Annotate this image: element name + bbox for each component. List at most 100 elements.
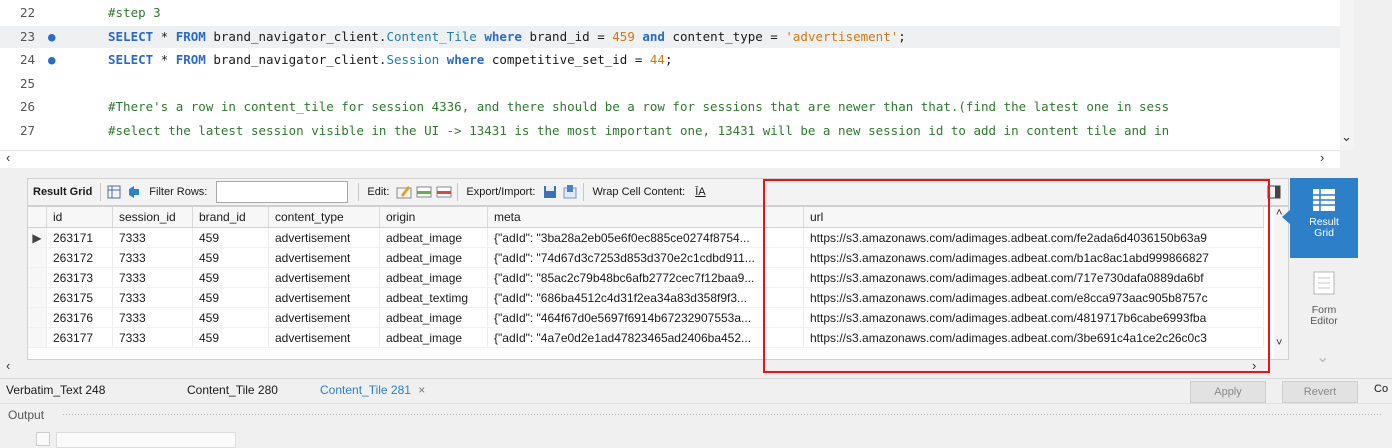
delete-row-icon[interactable] (436, 184, 452, 200)
cell-origin[interactable]: adbeat_textimg (379, 287, 488, 308)
column-header-brand-id[interactable]: brand_id (192, 207, 269, 228)
revert-button[interactable]: Revert (1282, 381, 1358, 403)
cell-origin[interactable]: adbeat_image (379, 227, 488, 248)
cell-url[interactable]: https://s3.amazonaws.com/adimages.adbeat… (803, 227, 1264, 248)
cell-origin[interactable]: adbeat_image (379, 327, 488, 348)
output-dropdown[interactable] (56, 432, 236, 448)
sql-editor[interactable]: 22 #step 3 23 ● SELECT * FROM brand_navigato… (0, 0, 1340, 150)
form-editor-view-button[interactable]: Form Editor (1290, 270, 1358, 340)
cell-content-type[interactable]: advertisement (268, 307, 380, 328)
cell-meta[interactable]: {"adId": "85ac2c79b48bc6afb2772cec7f12ba… (487, 267, 804, 288)
cell-id[interactable]: 263176 (46, 307, 113, 328)
import-icon[interactable] (562, 184, 578, 200)
editor-vertical-scrollbar[interactable]: ⌄ (1340, 0, 1354, 150)
cell-id[interactable]: 263171 (46, 227, 113, 248)
result-grid[interactable]: id session_id brand_id content_type origin me… (27, 206, 1276, 360)
tab-content-tile-281[interactable]: Content_Tile 281 × (320, 383, 425, 397)
cell-meta[interactable]: {"adId": "4a7e0d2e1ad47823465ad2406ba452… (487, 327, 804, 348)
tab-verbatim-text-248[interactable]: Verbatim_Text 248 (6, 383, 105, 397)
cell-meta[interactable]: {"adId": "464f67d0e5697f6914b67232907553… (487, 307, 804, 328)
table-row[interactable]: 263173 7333 459 advertisement adbeat_image {"… (28, 267, 1264, 288)
cell-meta[interactable]: {"adId": "74d67d3c7253d853d370e2c1cdbd91… (487, 247, 804, 268)
cell-session-id[interactable]: 7333 (112, 327, 193, 348)
wrap-text-icon[interactable]: ĪA (690, 186, 710, 198)
column-header-url[interactable]: url (803, 207, 1264, 228)
cell-session-id[interactable]: 7333 (112, 247, 193, 268)
add-row-icon[interactable] (416, 184, 432, 200)
drag-handle[interactable] (62, 413, 1382, 417)
table-row[interactable]: 263176 7333 459 advertisement adbeat_image {"… (28, 307, 1264, 328)
cell-session-id[interactable]: 7333 (112, 227, 193, 248)
tab-content-tile-280[interactable]: Content_Tile 280 (187, 383, 278, 397)
table-row[interactable]: 263175 7333 459 advertisement adbeat_textimg… (28, 287, 1264, 308)
column-header-meta[interactable]: meta (487, 207, 804, 228)
row-selector[interactable] (28, 247, 47, 268)
code-line[interactable]: 22 #step 3 (0, 2, 1340, 24)
apply-button[interactable]: Apply (1190, 381, 1266, 403)
export-icon[interactable] (542, 184, 558, 200)
chevron-left-icon[interactable]: ‹ (6, 150, 10, 165)
table-row[interactable]: 263172 7333 459 advertisement adbeat_image {"… (28, 247, 1264, 268)
chevron-down-icon[interactable]: ⌄ (1341, 129, 1352, 145)
chevron-down-icon[interactable]: ⌄ (1316, 347, 1329, 367)
cell-brand-id[interactable]: 459 (192, 307, 269, 328)
row-selector[interactable] (28, 307, 47, 328)
cell-id[interactable]: 263173 (46, 267, 113, 288)
code-line[interactable]: 25 (0, 73, 1340, 95)
cell-meta[interactable]: {"adId": "686ba4512c4d31f2ea34a83d358f9f… (487, 287, 804, 308)
code-line[interactable]: 24 ● SELECT * FROM brand_navigator_client.… (0, 49, 1340, 71)
cell-meta[interactable]: {"adId": "3ba28a2eb05e6f0ec885ce0274f875… (487, 227, 804, 248)
cell-id[interactable]: 263177 (46, 327, 113, 348)
cell-origin[interactable]: adbeat_image (379, 267, 488, 288)
editor-horizontal-scrollbar[interactable]: ‹ › (0, 150, 1340, 168)
row-selector[interactable] (28, 287, 47, 308)
chevron-right-icon[interactable]: › (1252, 358, 1256, 373)
cell-brand-id[interactable]: 459 (192, 227, 269, 248)
edit-cell-icon[interactable] (396, 184, 412, 200)
cell-content-type[interactable]: advertisement (268, 287, 380, 308)
filter-icon[interactable] (126, 184, 142, 200)
overflow-tab-label[interactable]: Co (1374, 383, 1388, 395)
cell-session-id[interactable]: 7333 (112, 267, 193, 288)
chevron-right-icon[interactable]: › (1320, 150, 1324, 165)
code-line[interactable]: 26 #There's a row in content_tile for ses… (0, 96, 1340, 118)
cell-content-type[interactable]: advertisement (268, 267, 380, 288)
cell-url[interactable]: https://s3.amazonaws.com/adimages.adbeat… (803, 307, 1264, 328)
cell-brand-id[interactable]: 459 (192, 327, 269, 348)
cell-origin[interactable]: adbeat_image (379, 247, 488, 268)
grid-horizontal-scrollbar[interactable]: ‹ › (0, 358, 1270, 374)
cell-id[interactable]: 263175 (46, 287, 113, 308)
output-panel-header[interactable]: Output (0, 403, 1392, 427)
cell-id[interactable]: 263172 (46, 247, 113, 268)
cell-brand-id[interactable]: 459 (192, 287, 269, 308)
cell-url[interactable]: https://s3.amazonaws.com/adimages.adbeat… (803, 287, 1264, 308)
cell-content-type[interactable]: advertisement (268, 247, 380, 268)
code-line[interactable]: 27 #select the latest session visible in … (0, 120, 1340, 142)
code-line[interactable]: 23 ● SELECT * FROM brand_navigator_client.… (0, 25, 1340, 48)
grid-view-icon[interactable] (106, 184, 122, 200)
cell-origin[interactable]: adbeat_image (379, 307, 488, 328)
row-selector[interactable]: ▶ (28, 227, 47, 248)
chevron-down-icon[interactable]: ˅ (1276, 337, 1282, 349)
toggle-panel-icon[interactable] (1266, 184, 1282, 200)
row-selector[interactable] (28, 267, 47, 288)
filter-rows-input[interactable] (216, 181, 349, 203)
cell-url[interactable]: https://s3.amazonaws.com/adimages.adbeat… (803, 327, 1264, 348)
cell-brand-id[interactable]: 459 (192, 267, 269, 288)
table-row[interactable]: 263177 7333 459 advertisement adbeat_image {"… (28, 327, 1264, 348)
cell-session-id[interactable]: 7333 (112, 287, 193, 308)
row-selector[interactable] (28, 327, 47, 348)
close-tab-icon[interactable]: × (418, 383, 425, 397)
cell-session-id[interactable]: 7333 (112, 307, 193, 328)
column-header-content-type[interactable]: content_type (268, 207, 380, 228)
chevron-left-icon[interactable]: ‹ (6, 358, 10, 373)
column-header-origin[interactable]: origin (379, 207, 488, 228)
grid-vertical-scrollbar[interactable]: ˄ ˅ (1274, 206, 1289, 360)
cell-url[interactable]: https://s3.amazonaws.com/adimages.adbeat… (803, 247, 1264, 268)
cell-content-type[interactable]: advertisement (268, 327, 380, 348)
table-row[interactable]: ▶ 263171 7333 459 advertisement adbeat_image{… (28, 227, 1264, 248)
cell-url[interactable]: https://s3.amazonaws.com/adimages.adbeat… (803, 267, 1264, 288)
result-grid-view-button[interactable]: Result Grid (1290, 178, 1358, 258)
column-header-id[interactable]: id (46, 207, 113, 228)
column-header-session-id[interactable]: session_id (112, 207, 193, 228)
